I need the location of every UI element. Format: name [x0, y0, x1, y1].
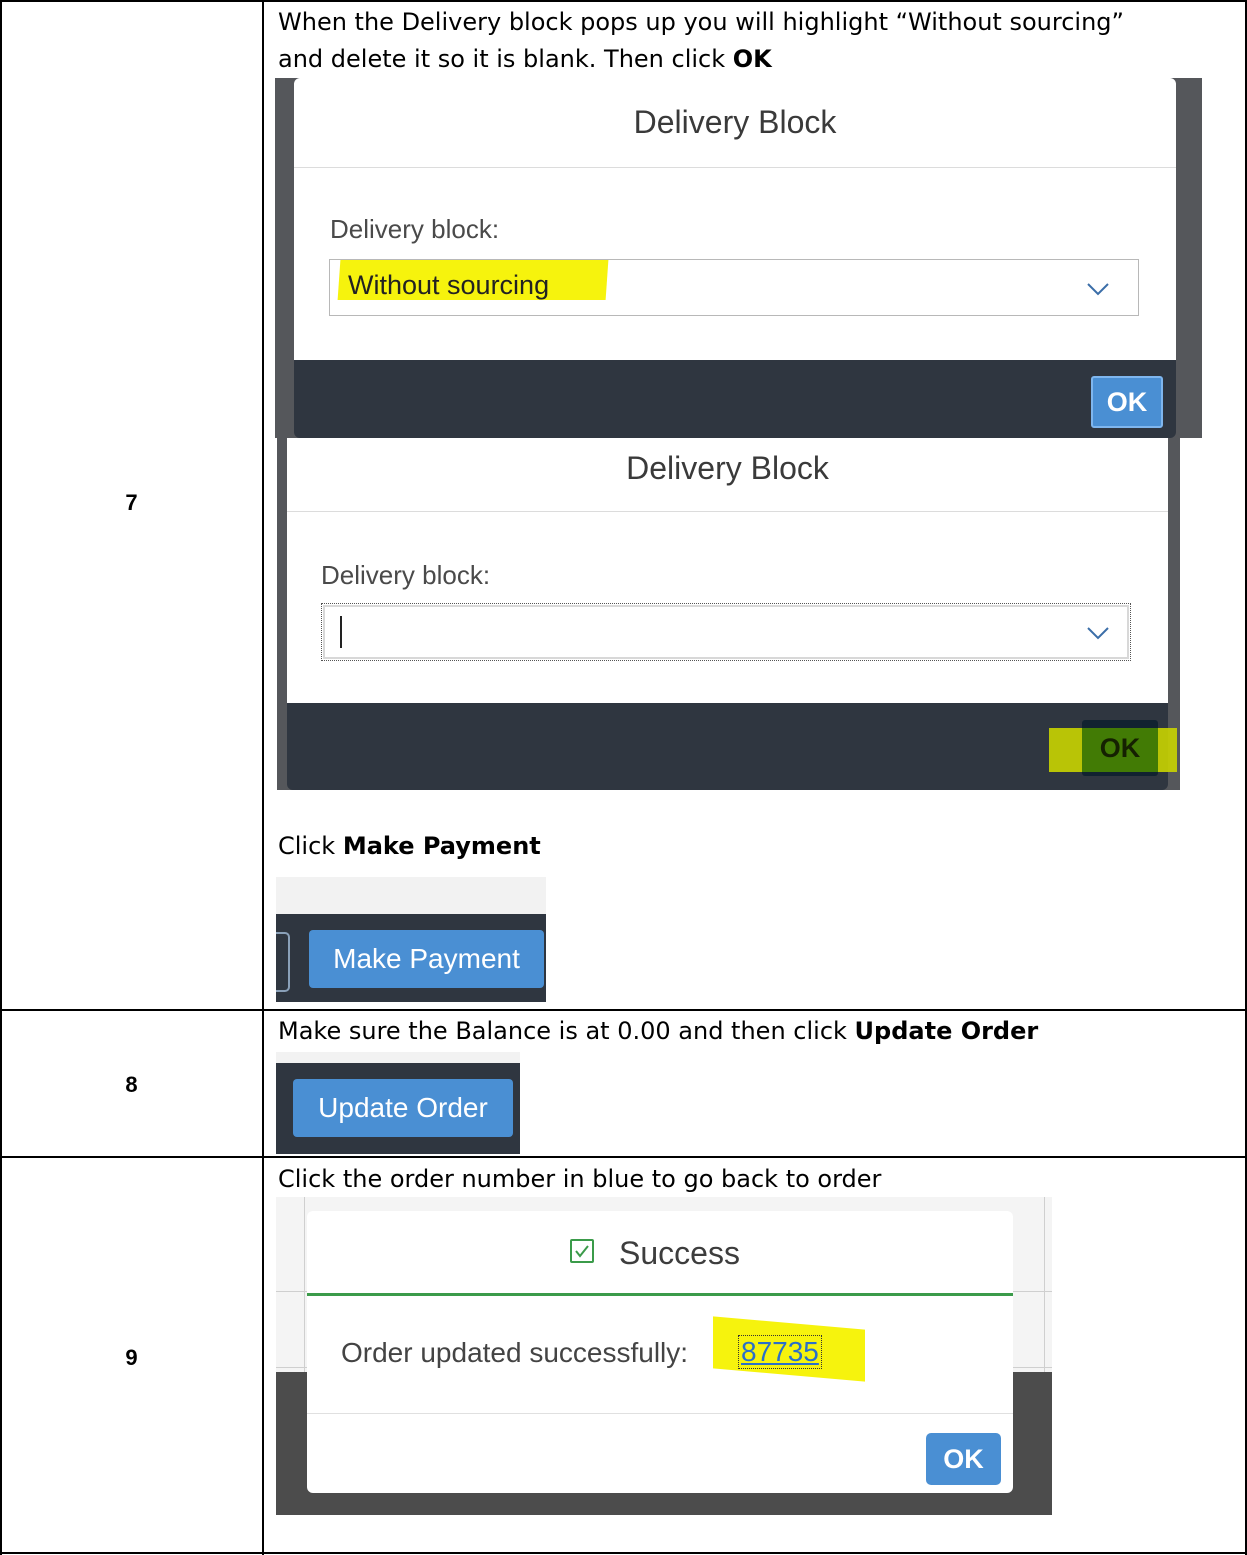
instruction-text: When the Delivery block pops up you will… — [278, 8, 1124, 36]
ok-button[interactable]: OK — [1082, 720, 1158, 776]
delivery-block-select[interactable] — [321, 603, 1131, 661]
dialog-panel: Delivery Block Delivery block: Without s… — [294, 78, 1176, 360]
success-dialog: Success Order updated successfully: 8773… — [307, 1211, 1013, 1493]
delivery-block-label: Delivery block: — [321, 560, 491, 590]
success-separator — [307, 1293, 1013, 1296]
instruction-bold: OK — [732, 45, 772, 73]
delivery-block-label: Delivery block: — [330, 214, 500, 244]
table-column-divider — [262, 0, 264, 1555]
instruction-bold: Make Payment — [342, 832, 541, 860]
delivery-block-select[interactable]: Without sourcing — [329, 259, 1139, 316]
ok-button[interactable]: OK — [1091, 376, 1163, 428]
update-order-screenshot: Update Order — [276, 1052, 520, 1154]
checkbox-checked-icon — [570, 1239, 594, 1263]
dialog-title: Delivery Block — [633, 104, 837, 140]
dialog-separator — [287, 511, 1168, 512]
step-instruction: Click Make Payment — [278, 830, 541, 863]
chevron-down-icon — [1087, 283, 1109, 296]
make-payment-button[interactable]: Make Payment — [309, 930, 544, 988]
step-instruction: and delete it so it is blank. Then click… — [278, 43, 772, 76]
step-number: 8 — [125, 1072, 138, 1097]
success-message: Order updated successfully: — [341, 1337, 689, 1368]
step-instruction: Make sure the Balance is at 0.00 and the… — [278, 1015, 1038, 1048]
instruction-text: and delete it so it is blank. Then click — [278, 45, 733, 73]
table-border-bottom — [0, 1552, 1247, 1554]
instruction-bold: Update Order — [854, 1017, 1039, 1045]
make-payment-screenshot: Make Payment — [276, 877, 546, 1002]
success-dialog-screenshot: Success Order updated successfully: 8773… — [276, 1197, 1052, 1515]
step-instruction: When the Delivery block pops up you will… — [278, 6, 1124, 39]
table-border-left — [0, 0, 2, 1555]
table-row-divider — [0, 1156, 1247, 1158]
dialog-title: Success — [619, 1235, 740, 1271]
background-table-line — [1044, 1197, 1045, 1372]
chevron-down-icon — [1087, 627, 1109, 640]
delivery-block-dialog-screenshot: Delivery Block Delivery block: OK — [277, 438, 1180, 790]
select-value: Without sourcing — [348, 270, 550, 300]
delivery-block-dialog-screenshot: Delivery Block Delivery block: Without s… — [275, 78, 1202, 438]
ok-button[interactable]: OK — [926, 1433, 1001, 1485]
step-instruction: Click the order number in blue to go bac… — [278, 1165, 882, 1193]
update-order-button[interactable]: Update Order — [293, 1079, 513, 1137]
instruction-text: Make sure the Balance is at 0.00 and the… — [278, 1017, 855, 1045]
dialog-panel: Delivery Block Delivery block: — [287, 438, 1168, 703]
instruction-text: Click — [278, 832, 343, 860]
step-number: 9 — [125, 1345, 138, 1370]
step-number: 7 — [125, 490, 138, 515]
order-number-link[interactable]: 87735 — [738, 1335, 822, 1369]
text-cursor — [340, 616, 342, 648]
dialog-title: Delivery Block — [626, 450, 829, 486]
toolbar-button-edge — [276, 932, 290, 992]
table-border-top — [0, 0, 1247, 2]
dialog-footer-separator — [307, 1413, 1013, 1414]
dialog-separator — [294, 167, 1176, 168]
background-table-line — [304, 1197, 305, 1372]
table-row-divider — [0, 1009, 1247, 1011]
